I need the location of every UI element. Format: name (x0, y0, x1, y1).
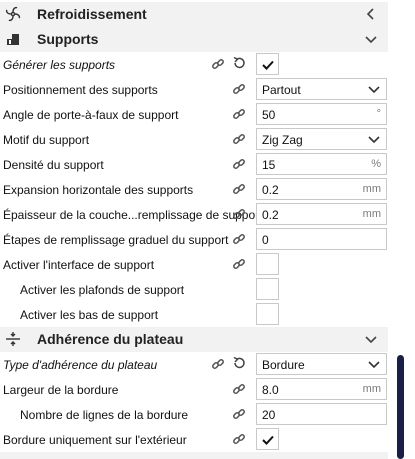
chevron-down-icon (368, 86, 380, 94)
setting-label: Générer les supports (3, 58, 116, 72)
interface-enable-checkbox[interactable] (256, 253, 279, 275)
setting-label: Largeur de la bordure (3, 383, 119, 397)
brim-width-input[interactable]: 8.0 mm (256, 378, 387, 400)
setting-row-horizontal-expansion: Expansion horizontale des supports 0.2 m… (0, 177, 388, 202)
select-value: Bordure (262, 358, 305, 372)
setting-label: Angle de porte-à-faux de support (3, 108, 179, 122)
link-icon[interactable] (232, 257, 246, 271)
link-icon[interactable] (232, 157, 246, 171)
setting-row-brim-outside-only: Bordure uniquement sur l'extérieur (0, 427, 388, 452)
link-icon[interactable] (232, 132, 246, 146)
support-pattern-select[interactable]: Zig Zag (256, 128, 387, 150)
link-icon[interactable] (232, 432, 246, 446)
section-header-adhesion[interactable]: Adhérence du plateau (0, 327, 388, 352)
adhesion-type-select[interactable]: Bordure (256, 353, 387, 375)
setting-label: Type d'adhérence du plateau (3, 358, 158, 372)
roof-enable-checkbox[interactable] (256, 278, 279, 300)
setting-label: Motif du support (3, 133, 90, 147)
setting-row-brim-width: Largeur de la bordure 8.0 mm (0, 377, 388, 402)
link-icon[interactable] (232, 182, 246, 196)
brim-line-count-input[interactable]: 20 (256, 403, 387, 425)
checkmark-icon (262, 60, 274, 70)
setting-row-overhang-angle: Angle de porte-à-faux de support 50 ° (0, 102, 388, 127)
setting-label: Positionnement des supports (3, 83, 158, 97)
bed-adhesion-icon (6, 332, 20, 346)
setting-row-infill-layer-thickness: Épaisseur de la couche...remplissage de … (0, 202, 388, 227)
generate-supports-checkbox[interactable] (256, 53, 279, 75)
link-icon[interactable] (232, 382, 246, 396)
horizontal-expansion-input[interactable]: 0.2 mm (256, 178, 387, 200)
link-icon[interactable] (232, 232, 246, 246)
link-icon[interactable] (232, 407, 246, 421)
reset-icon[interactable] (232, 56, 246, 70)
setting-label: Épaisseur de la couche...remplissage de … (3, 208, 263, 222)
support-icon (7, 34, 19, 45)
setting-row-gradual-infill-steps: Étapes de remplissage graduel du support… (0, 227, 388, 252)
setting-label: Bordure uniquement sur l'extérieur (3, 433, 187, 447)
unit-label: mm (362, 383, 381, 395)
section-title-supports: Supports (37, 31, 99, 47)
support-density-input[interactable]: 15 % (256, 153, 387, 175)
reset-icon[interactable] (232, 356, 246, 370)
setting-label: Expansion horizontale des supports (3, 183, 194, 197)
fan-icon (5, 6, 21, 22)
section-header-supports[interactable]: Supports (0, 27, 388, 52)
chevron-down-icon (368, 136, 380, 144)
input-value: 50 (262, 108, 276, 122)
infill-layer-thickness-input[interactable]: 0.2 mm (256, 203, 387, 225)
support-placement-select[interactable]: Partout (256, 78, 387, 100)
setting-label: Étapes de remplissage graduel du support (3, 233, 229, 247)
setting-row-bottom-enable: Activer les bas de support (0, 302, 388, 327)
section-title-cooling: Refroidissement (37, 6, 147, 22)
unit-label: mm (362, 183, 381, 195)
input-value: 0 (262, 233, 269, 247)
brim-outside-only-checkbox[interactable] (256, 428, 279, 450)
input-value: 0.2 (262, 183, 279, 197)
chevron-down-icon[interactable] (364, 32, 378, 46)
chevron-down-icon[interactable] (364, 332, 378, 346)
input-value: 20 (262, 408, 276, 422)
input-value: 0.2 (262, 208, 279, 222)
link-icon[interactable] (232, 107, 246, 121)
link-icon[interactable] (211, 357, 225, 371)
unit-label: % (371, 158, 381, 170)
section-header-cooling[interactable]: Refroidissement (0, 2, 388, 27)
select-value: Zig Zag (262, 133, 303, 147)
setting-row-support-density: Densité du support 15 % (0, 152, 388, 177)
setting-row-roof-enable: Activer les plafonds de support (0, 277, 388, 302)
scrollbar-thumb[interactable] (397, 355, 404, 459)
link-icon[interactable] (232, 207, 246, 221)
setting-row-brim-line-count: Nombre de lignes de la bordure 20 (0, 402, 388, 427)
setting-row-generate-supports: Générer les supports (0, 52, 388, 77)
unit-label: mm (362, 208, 381, 220)
select-value: Partout (262, 83, 301, 97)
input-value: 15 (262, 158, 276, 172)
setting-row-interface-enable: Activer l'interface de support (0, 252, 388, 277)
input-value: 8.0 (262, 383, 279, 397)
next-section-header (0, 452, 388, 459)
setting-label: Activer les bas de support (20, 308, 159, 322)
checkmark-icon (262, 435, 274, 445)
chevron-down-icon (368, 361, 380, 369)
link-icon[interactable] (232, 82, 246, 96)
setting-row-support-pattern: Motif du support Zig Zag (0, 127, 388, 152)
chevron-left-icon[interactable] (364, 7, 378, 21)
setting-label: Densité du support (3, 158, 104, 172)
setting-label: Activer l'interface de support (3, 258, 155, 272)
gradual-infill-steps-input[interactable]: 0 (256, 228, 387, 250)
setting-label: Nombre de lignes de la bordure (20, 408, 189, 422)
setting-row-adhesion-type: Type d'adhérence du plateau Bordure (0, 352, 388, 377)
setting-label: Activer les plafonds de support (20, 283, 185, 297)
section-title-adhesion: Adhérence du plateau (37, 331, 184, 347)
bottom-enable-checkbox[interactable] (256, 303, 279, 325)
setting-row-support-placement: Positionnement des supports Partout (0, 77, 388, 102)
overhang-angle-input[interactable]: 50 ° (256, 103, 387, 125)
link-icon[interactable] (211, 57, 225, 71)
unit-label: ° (376, 108, 381, 120)
